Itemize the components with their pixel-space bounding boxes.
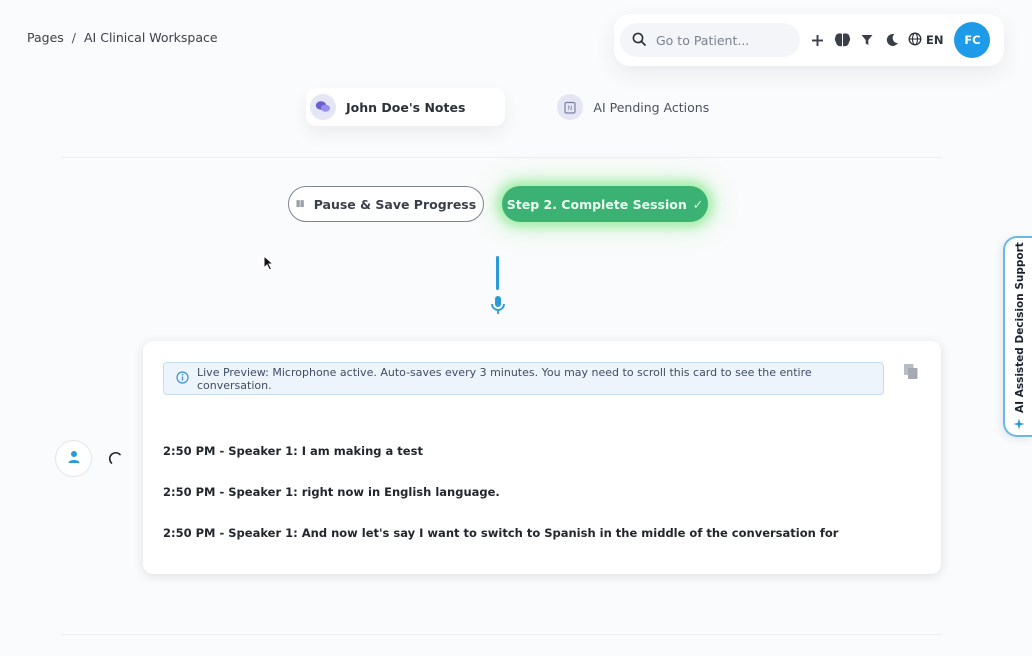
speaker-avatar[interactable] bbox=[55, 440, 92, 477]
microphone-icon[interactable] bbox=[489, 295, 507, 319]
breadcrumb-current: AI Clinical Workspace bbox=[84, 30, 218, 45]
mouse-cursor-icon bbox=[263, 254, 275, 275]
patient-search[interactable] bbox=[620, 23, 800, 57]
info-icon bbox=[176, 370, 189, 387]
tab-bar: John Doe's Notes N AI Pending Actions bbox=[306, 88, 713, 126]
svg-text:N: N bbox=[568, 105, 573, 112]
complete-label: Step 2. Complete Session bbox=[506, 196, 687, 212]
complete-session-button[interactable]: Step 2. Complete Session ✓ bbox=[502, 186, 708, 222]
copy-icon[interactable] bbox=[903, 363, 919, 384]
tab-label: John Doe's Notes bbox=[346, 99, 466, 115]
ai-decision-support-tab[interactable]: AI Assisted Decision Support bbox=[1003, 236, 1032, 437]
divider bbox=[62, 157, 942, 158]
plus-icon[interactable] bbox=[806, 29, 828, 51]
transcript-line: 2:50 PM - Speaker 1: I am making a test bbox=[163, 444, 423, 458]
sparkle-icon bbox=[1013, 415, 1025, 434]
search-input[interactable] bbox=[656, 32, 776, 48]
transcript-card[interactable]: Live Preview: Microphone active. Auto-sa… bbox=[143, 341, 941, 574]
moon-icon[interactable] bbox=[881, 29, 903, 51]
pause-icon: ▮▮ bbox=[295, 199, 305, 209]
info-text: Live Preview: Microphone active. Auto-sa… bbox=[197, 365, 812, 392]
divider bbox=[62, 634, 942, 635]
tab-label: AI Pending Actions bbox=[593, 99, 710, 115]
chat-bubbles-icon bbox=[310, 94, 336, 120]
toolbar-icons: EN bbox=[806, 29, 943, 51]
loading-spinner-icon bbox=[108, 450, 122, 469]
pause-save-button[interactable]: ▮▮ Pause & Save Progress bbox=[288, 186, 484, 222]
brain-icon[interactable] bbox=[831, 29, 853, 51]
side-tab-label: AI Assisted Decision Support bbox=[1014, 242, 1026, 414]
breadcrumb-root[interactable]: Pages bbox=[27, 30, 64, 45]
transcript-line: 2:50 PM - Speaker 1: And now let's say I… bbox=[163, 526, 839, 540]
language-switcher[interactable]: EN bbox=[908, 31, 943, 50]
transcript-line: 2:50 PM - Speaker 1: right now in Englis… bbox=[163, 485, 500, 499]
user-avatar[interactable]: FC bbox=[954, 22, 991, 58]
person-icon bbox=[67, 449, 81, 468]
clipboard-icon: N bbox=[557, 94, 584, 120]
breadcrumb-separator: / bbox=[71, 30, 76, 45]
breadcrumb: Pages / AI Clinical Workspace bbox=[27, 30, 218, 45]
tab-ai-pending-actions[interactable]: N AI Pending Actions bbox=[553, 88, 713, 126]
top-toolbar: EN FC bbox=[614, 14, 1004, 66]
audio-level-bar bbox=[496, 256, 499, 290]
tab-john-doe-notes[interactable]: John Doe's Notes bbox=[306, 88, 506, 126]
language-label: EN bbox=[926, 33, 944, 47]
live-preview-banner: Live Preview: Microphone active. Auto-sa… bbox=[163, 362, 884, 395]
globe-icon bbox=[908, 31, 922, 50]
search-icon bbox=[632, 31, 646, 50]
pause-label: Pause & Save Progress bbox=[313, 196, 477, 212]
check-icon: ✓ bbox=[692, 196, 704, 212]
filter-icon[interactable] bbox=[856, 29, 878, 51]
